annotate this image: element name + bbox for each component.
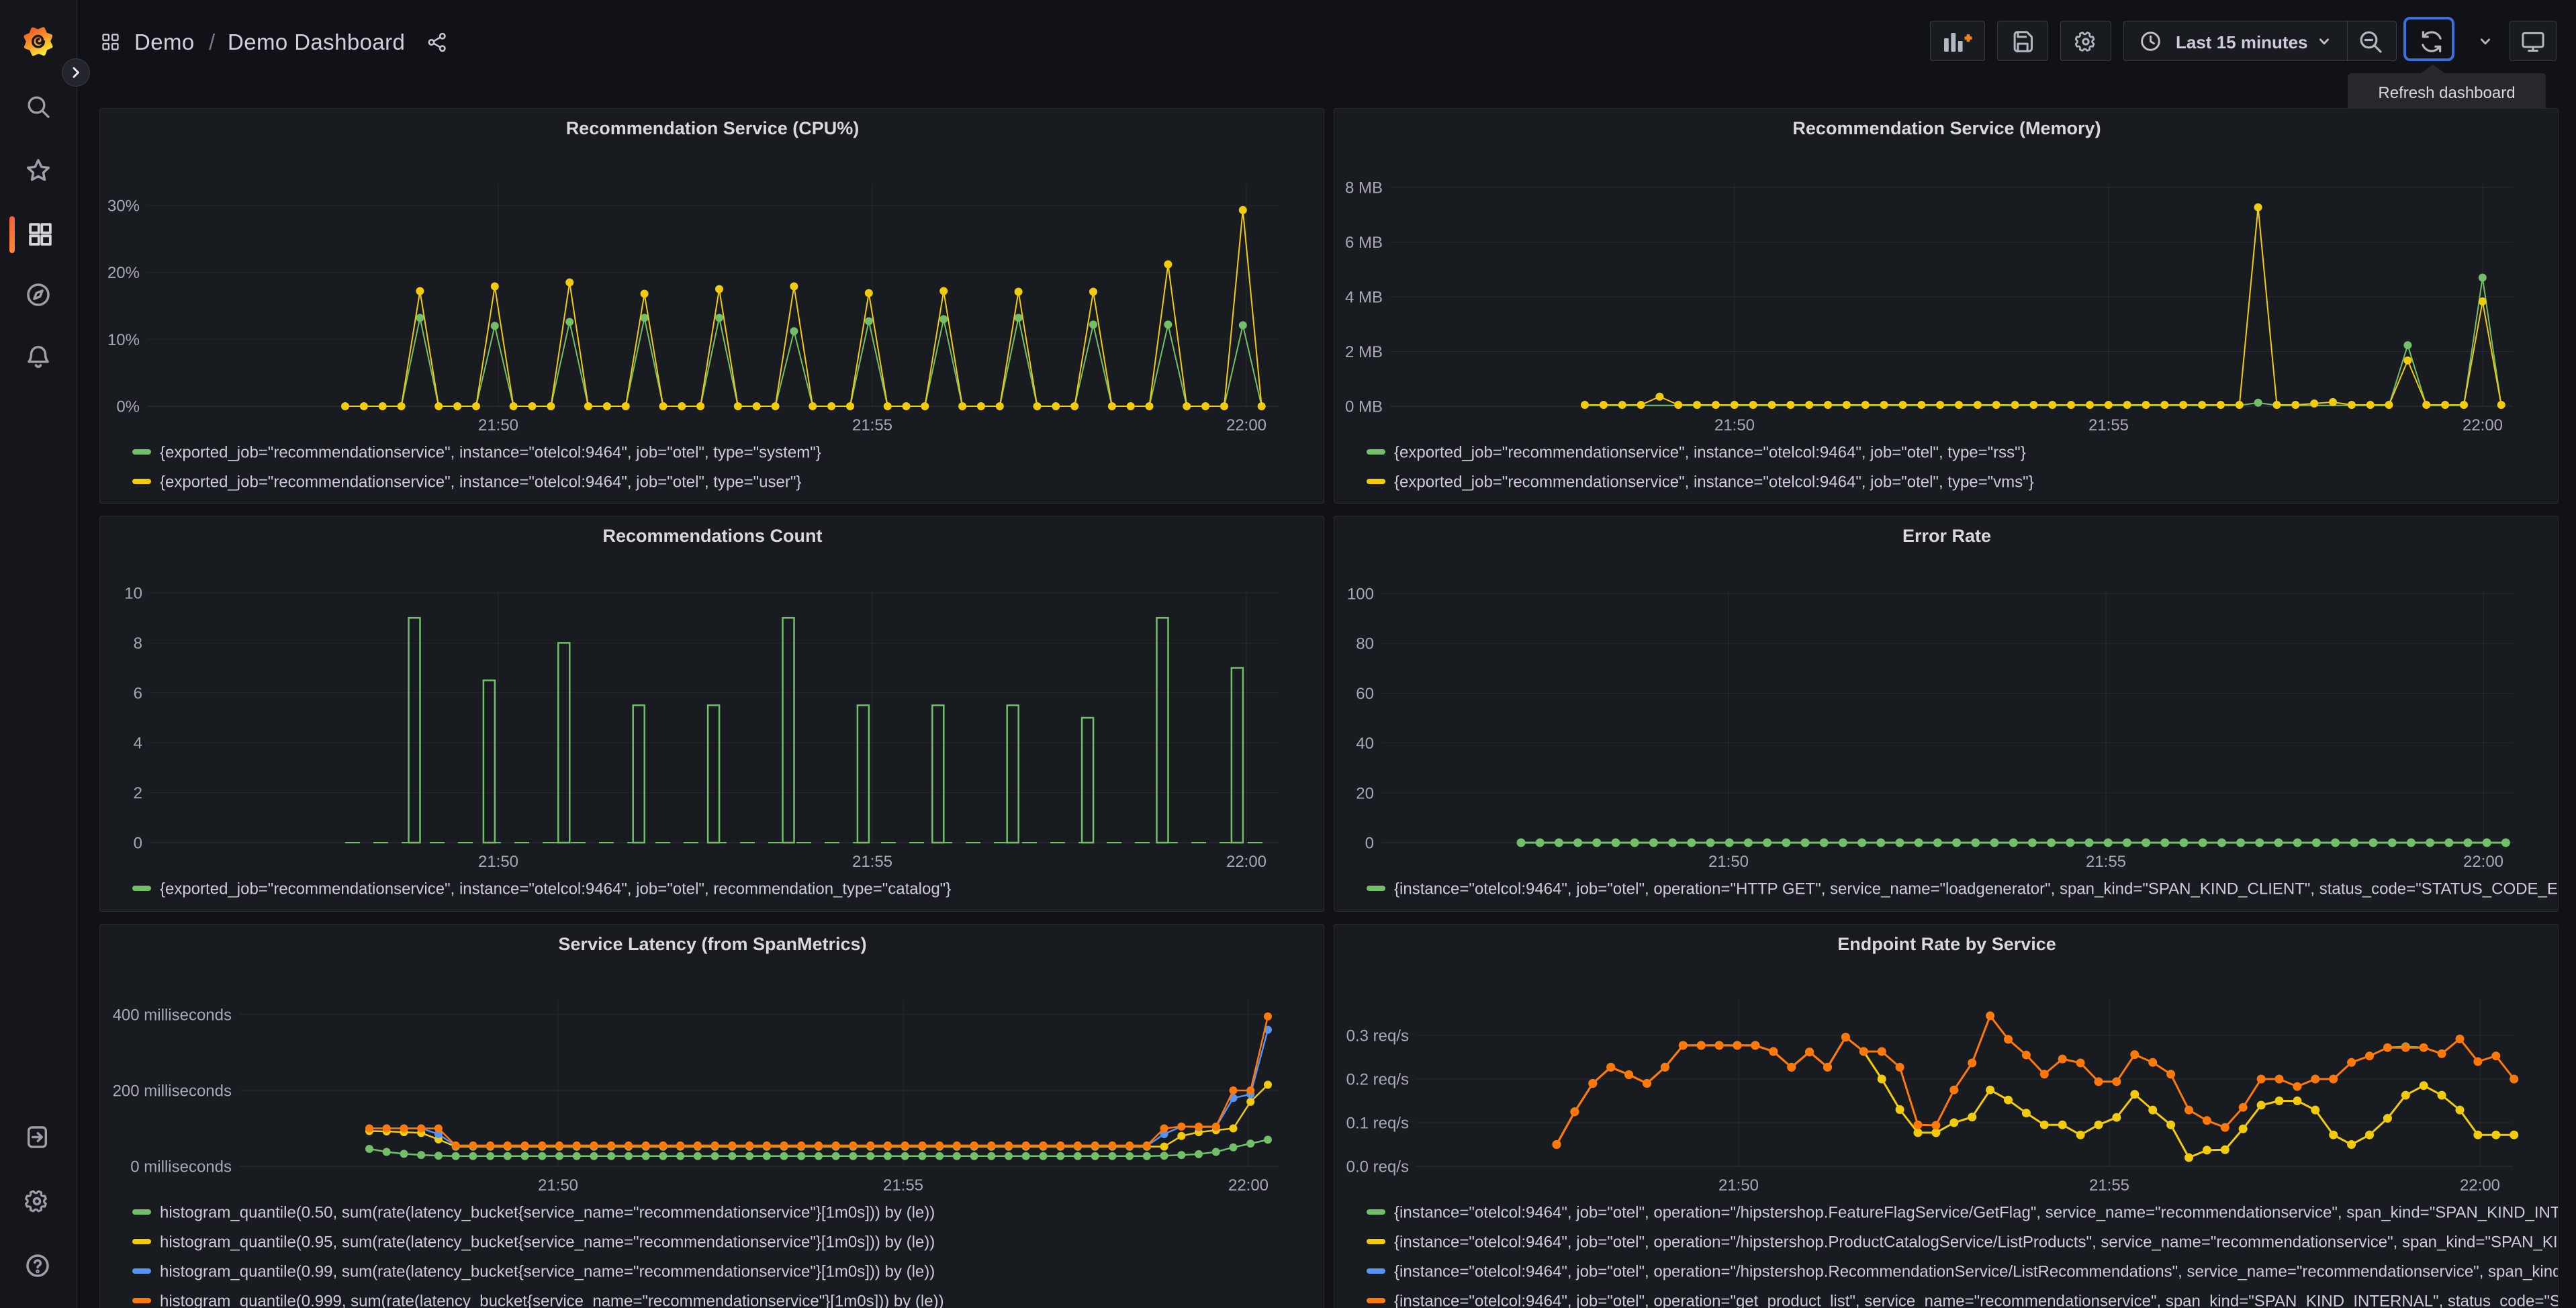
svg-text:8: 8 (134, 635, 142, 653)
svg-text:Error Rate: Error Rate (1902, 526, 1991, 546)
svg-text:{exported_job="recommendations: {exported_job="recommendationservice", i… (1394, 473, 2034, 492)
svg-text:2: 2 (134, 784, 142, 802)
svg-text:21:50: 21:50 (1714, 416, 1755, 434)
svg-text:21:55: 21:55 (2086, 853, 2126, 871)
svg-text:Endpoint Rate by Service: Endpoint Rate by Service (1837, 934, 2056, 954)
svg-text:0 MB: 0 MB (1345, 398, 1383, 416)
svg-text:22:00: 22:00 (1228, 1176, 1269, 1195)
svg-text:6: 6 (134, 684, 142, 702)
svg-text:Recommendation Service (Memory: Recommendation Service (Memory) (1792, 118, 2101, 138)
svg-text:4 MB: 4 MB (1345, 289, 1383, 307)
svg-text:histogram_quantile(0.50, sum(r: histogram_quantile(0.50, sum(rate(latenc… (160, 1204, 935, 1222)
svg-text:{instance="otelcol:9464", job=: {instance="otelcol:9464", job="otel", op… (1394, 880, 2559, 898)
svg-text:100: 100 (1347, 586, 1374, 604)
svg-text:0%: 0% (116, 398, 140, 416)
svg-text:0.0 req/s: 0.0 req/s (1346, 1158, 1409, 1176)
svg-text:8 MB: 8 MB (1345, 179, 1383, 197)
svg-text:21:50: 21:50 (538, 1176, 578, 1195)
svg-text:10: 10 (124, 585, 142, 603)
svg-text:40: 40 (1356, 735, 1374, 753)
svg-text:2 MB: 2 MB (1345, 343, 1383, 361)
svg-text:0.2 req/s: 0.2 req/s (1346, 1071, 1409, 1089)
svg-text:21:55: 21:55 (2088, 416, 2129, 434)
svg-text:21:50: 21:50 (1708, 853, 1749, 871)
svg-text:{exported_job="recommendations: {exported_job="recommendationservice", i… (1394, 444, 2026, 462)
svg-text:21:50: 21:50 (478, 416, 518, 434)
svg-text:21:55: 21:55 (883, 1176, 923, 1195)
svg-text:21:50: 21:50 (1718, 1176, 1759, 1195)
svg-text:histogram_quantile(0.95, sum(r: histogram_quantile(0.95, sum(rate(latenc… (160, 1233, 935, 1252)
svg-text:200 milliseconds: 200 milliseconds (113, 1082, 232, 1101)
svg-text:30%: 30% (107, 197, 140, 215)
svg-text:21:55: 21:55 (852, 853, 892, 871)
svg-text:0.3 req/s: 0.3 req/s (1346, 1027, 1409, 1045)
svg-text:21:55: 21:55 (2089, 1176, 2129, 1195)
svg-text:{instance="otelcol:9464", job=: {instance="otelcol:9464", job="otel", op… (1394, 1263, 2559, 1281)
svg-text:22:00: 22:00 (1226, 416, 1267, 434)
svg-text:{exported_job="recommendations: {exported_job="recommendationservice", i… (160, 444, 821, 462)
svg-text:0: 0 (1365, 835, 1374, 853)
svg-text:22:00: 22:00 (2463, 853, 2503, 871)
svg-text:400 milliseconds: 400 milliseconds (113, 1007, 232, 1025)
svg-text:21:50: 21:50 (478, 853, 518, 871)
svg-text:22:00: 22:00 (1226, 853, 1267, 871)
svg-text:60: 60 (1356, 685, 1374, 703)
svg-text:0.1 req/s: 0.1 req/s (1346, 1115, 1409, 1133)
svg-text:10%: 10% (107, 331, 140, 349)
svg-text:22:00: 22:00 (2460, 1176, 2500, 1195)
svg-text:0 milliseconds: 0 milliseconds (130, 1158, 232, 1176)
svg-text:Recommendations Count: Recommendations Count (602, 526, 822, 546)
svg-text:Recommendation Service (CPU%): Recommendation Service (CPU%) (566, 118, 860, 138)
svg-text:histogram_quantile(0.99, sum(r: histogram_quantile(0.99, sum(rate(latenc… (160, 1263, 935, 1281)
svg-text:20: 20 (1356, 784, 1374, 802)
svg-text:4: 4 (134, 735, 142, 753)
svg-text:{instance="otelcol:9464", job=: {instance="otelcol:9464", job="otel", op… (1394, 1233, 2559, 1252)
svg-text:{instance="otelcol:9464", job=: {instance="otelcol:9464", job="otel", op… (1394, 1293, 2559, 1308)
svg-text:21:55: 21:55 (852, 416, 892, 434)
svg-text:20%: 20% (107, 264, 140, 282)
svg-text:{instance="otelcol:9464", job=: {instance="otelcol:9464", job="otel", op… (1394, 1204, 2559, 1222)
svg-text:{exported_job="recommendations: {exported_job="recommendationservice", i… (160, 473, 801, 492)
svg-text:80: 80 (1356, 635, 1374, 653)
svg-text:6 MB: 6 MB (1345, 234, 1383, 252)
svg-text:22:00: 22:00 (2463, 416, 2503, 434)
svg-text:Service Latency (from SpanMetr: Service Latency (from SpanMetrics) (558, 934, 866, 954)
svg-text:{exported_job="recommendations: {exported_job="recommendationservice", i… (160, 880, 951, 898)
svg-text:histogram_quantile(0.999, sum(: histogram_quantile(0.999, sum(rate(laten… (160, 1293, 944, 1308)
svg-text:0: 0 (134, 835, 142, 853)
